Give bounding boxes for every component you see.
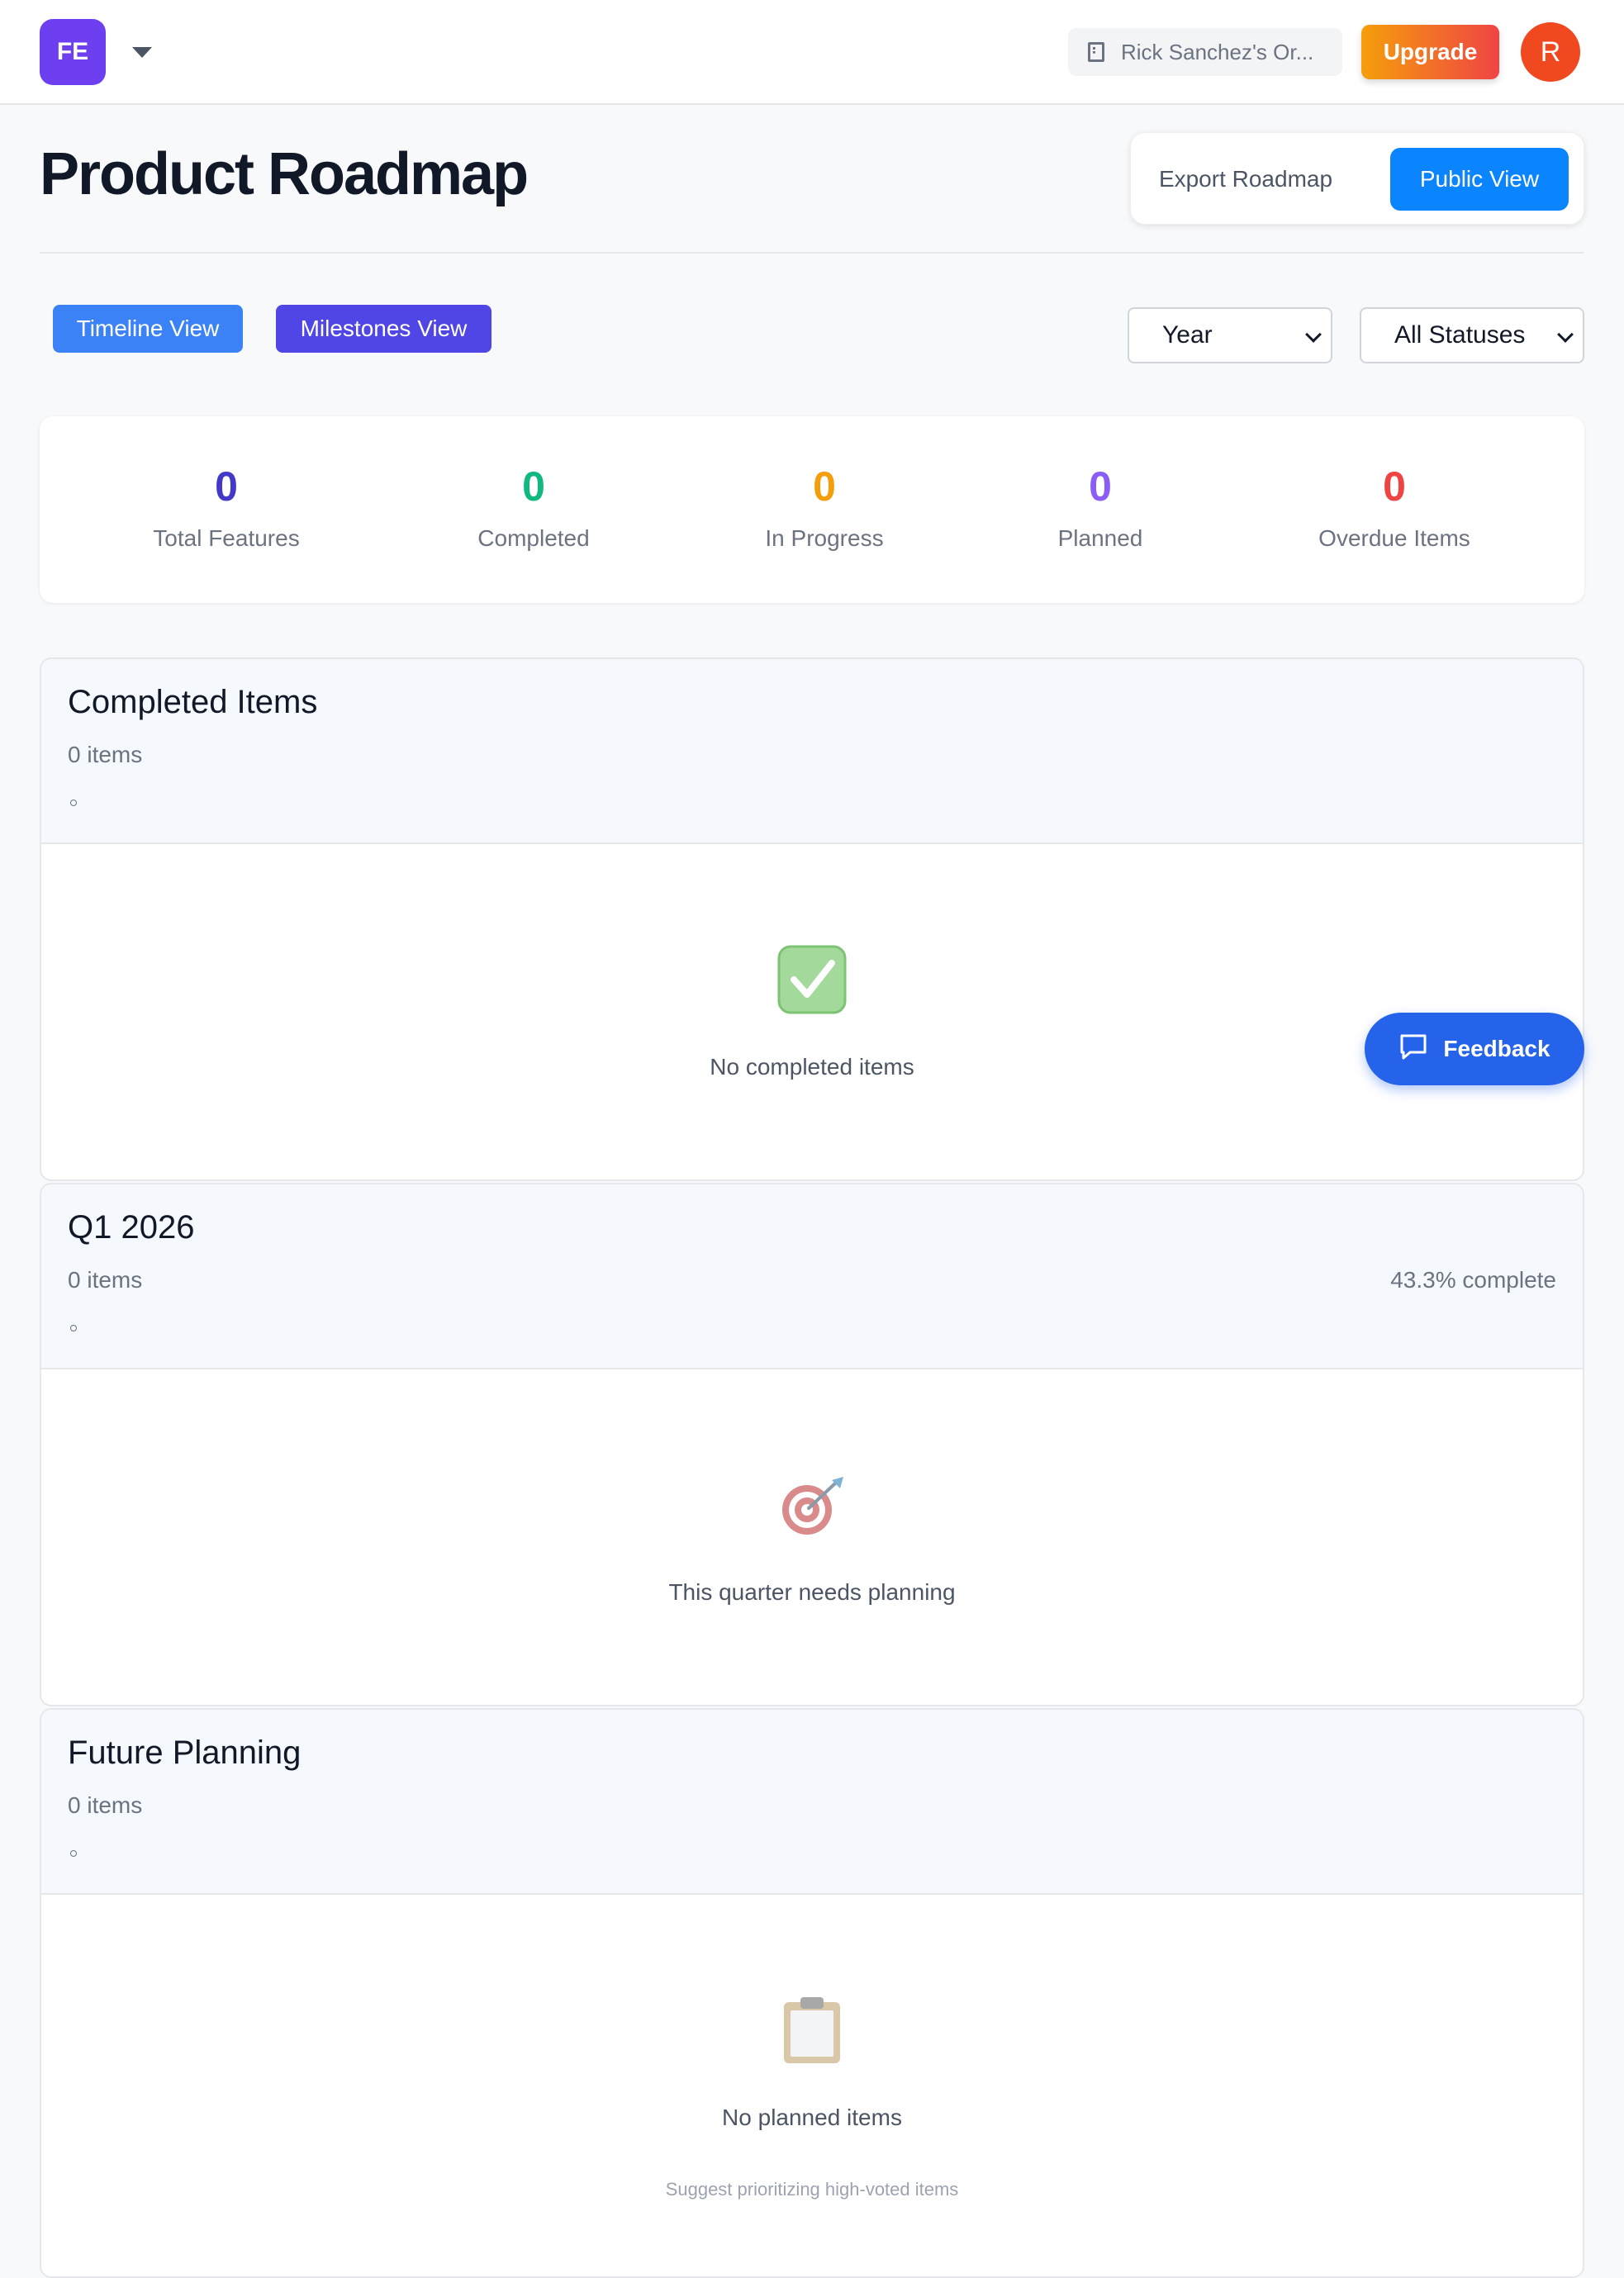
- section-header: Q1 2026 0 items 43.3% complete: [41, 1184, 1583, 1369]
- workspace-logo[interactable]: FE: [40, 19, 106, 85]
- stat-label: Completed: [477, 525, 590, 551]
- organization-name: Rick Sanchez's Or...: [1121, 39, 1314, 64]
- empty-state-subtext: Suggest prioritizing high-voted items: [665, 2179, 959, 2200]
- bullet-icon: [70, 1850, 77, 1857]
- timeline-view-button[interactable]: Timeline View: [53, 305, 243, 353]
- stat-in-progress: 0 In Progress: [700, 463, 948, 552]
- bullet-icon: [70, 800, 77, 806]
- section-completed-items: Completed Items 0 items No completed ite…: [40, 657, 1584, 1181]
- stat-total-features: 0 Total Features: [102, 463, 350, 552]
- export-roadmap-button[interactable]: Export Roadmap: [1151, 148, 1341, 211]
- chevron-down-icon: [1305, 326, 1322, 343]
- stat-planned: 0 Planned: [976, 463, 1224, 552]
- chevron-down-icon: [1557, 326, 1574, 343]
- user-avatar[interactable]: R: [1521, 22, 1580, 82]
- section-header: Completed Items 0 items: [41, 659, 1583, 844]
- section-title: Q1 2026: [68, 1209, 195, 1246]
- stat-value: 0: [1089, 463, 1112, 510]
- public-view-button[interactable]: Public View: [1390, 148, 1569, 211]
- period-select-value: Year: [1162, 321, 1213, 349]
- stat-label: Planned: [1057, 525, 1143, 551]
- page-title: Product Roadmap: [40, 141, 529, 207]
- stats-card: 0 Total Features 0 Completed 0 In Progre…: [40, 416, 1584, 603]
- section-future-planning: Future Planning 0 items No planned items…: [40, 1708, 1584, 2278]
- section-q1-2026: Q1 2026 0 items 43.3% complete This quar…: [40, 1183, 1584, 1706]
- status-select-value: All Statuses: [1394, 321, 1526, 349]
- section-item-count: 0 items: [68, 1267, 143, 1293]
- feedback-label: Feedback: [1443, 1036, 1550, 1061]
- empty-state-text: This quarter needs planning: [668, 1579, 956, 1605]
- stat-completed: 0 Completed: [410, 463, 658, 552]
- stat-value: 0: [215, 463, 238, 510]
- stat-value: 0: [813, 463, 836, 510]
- feedback-button[interactable]: Feedback: [1365, 1013, 1584, 1085]
- section-progress: 43.3% complete: [1390, 1267, 1556, 1293]
- header-divider: [40, 252, 1584, 254]
- stat-value: 0: [1383, 463, 1406, 510]
- stat-overdue-items: 0 Overdue Items: [1270, 463, 1518, 552]
- clipboard-icon: [781, 1996, 843, 2069]
- milestones-view-button[interactable]: Milestones View: [276, 305, 491, 353]
- header-actions: Export Roadmap Public View: [1130, 132, 1584, 225]
- building-icon: [1088, 42, 1104, 62]
- empty-state-text: No completed items: [710, 1054, 914, 1080]
- section-title: Completed Items: [68, 684, 318, 720]
- chevron-down-icon[interactable]: [132, 47, 152, 58]
- check-box-icon: [777, 945, 847, 1018]
- upgrade-button[interactable]: Upgrade: [1361, 25, 1499, 79]
- stat-label: Total Features: [153, 525, 300, 551]
- section-header: Future Planning 0 items: [41, 1710, 1583, 1895]
- top-bar: FE Rick Sanchez's Or... Upgrade R: [0, 0, 1624, 105]
- section-title: Future Planning: [68, 1735, 302, 1771]
- stat-label: In Progress: [765, 525, 884, 551]
- empty-state-text: No planned items: [722, 2105, 902, 2130]
- status-select[interactable]: All Statuses: [1360, 307, 1584, 363]
- section-item-count: 0 items: [68, 1792, 143, 1818]
- chat-bubble-icon: [1398, 1032, 1428, 1066]
- stat-label: Overdue Items: [1318, 525, 1470, 551]
- target-dart-icon: [777, 1475, 847, 1542]
- organization-selector[interactable]: Rick Sanchez's Or...: [1068, 28, 1342, 76]
- period-select[interactable]: Year: [1128, 307, 1332, 363]
- stat-value: 0: [522, 463, 545, 510]
- bullet-icon: [70, 1325, 77, 1331]
- section-item-count: 0 items: [68, 742, 143, 767]
